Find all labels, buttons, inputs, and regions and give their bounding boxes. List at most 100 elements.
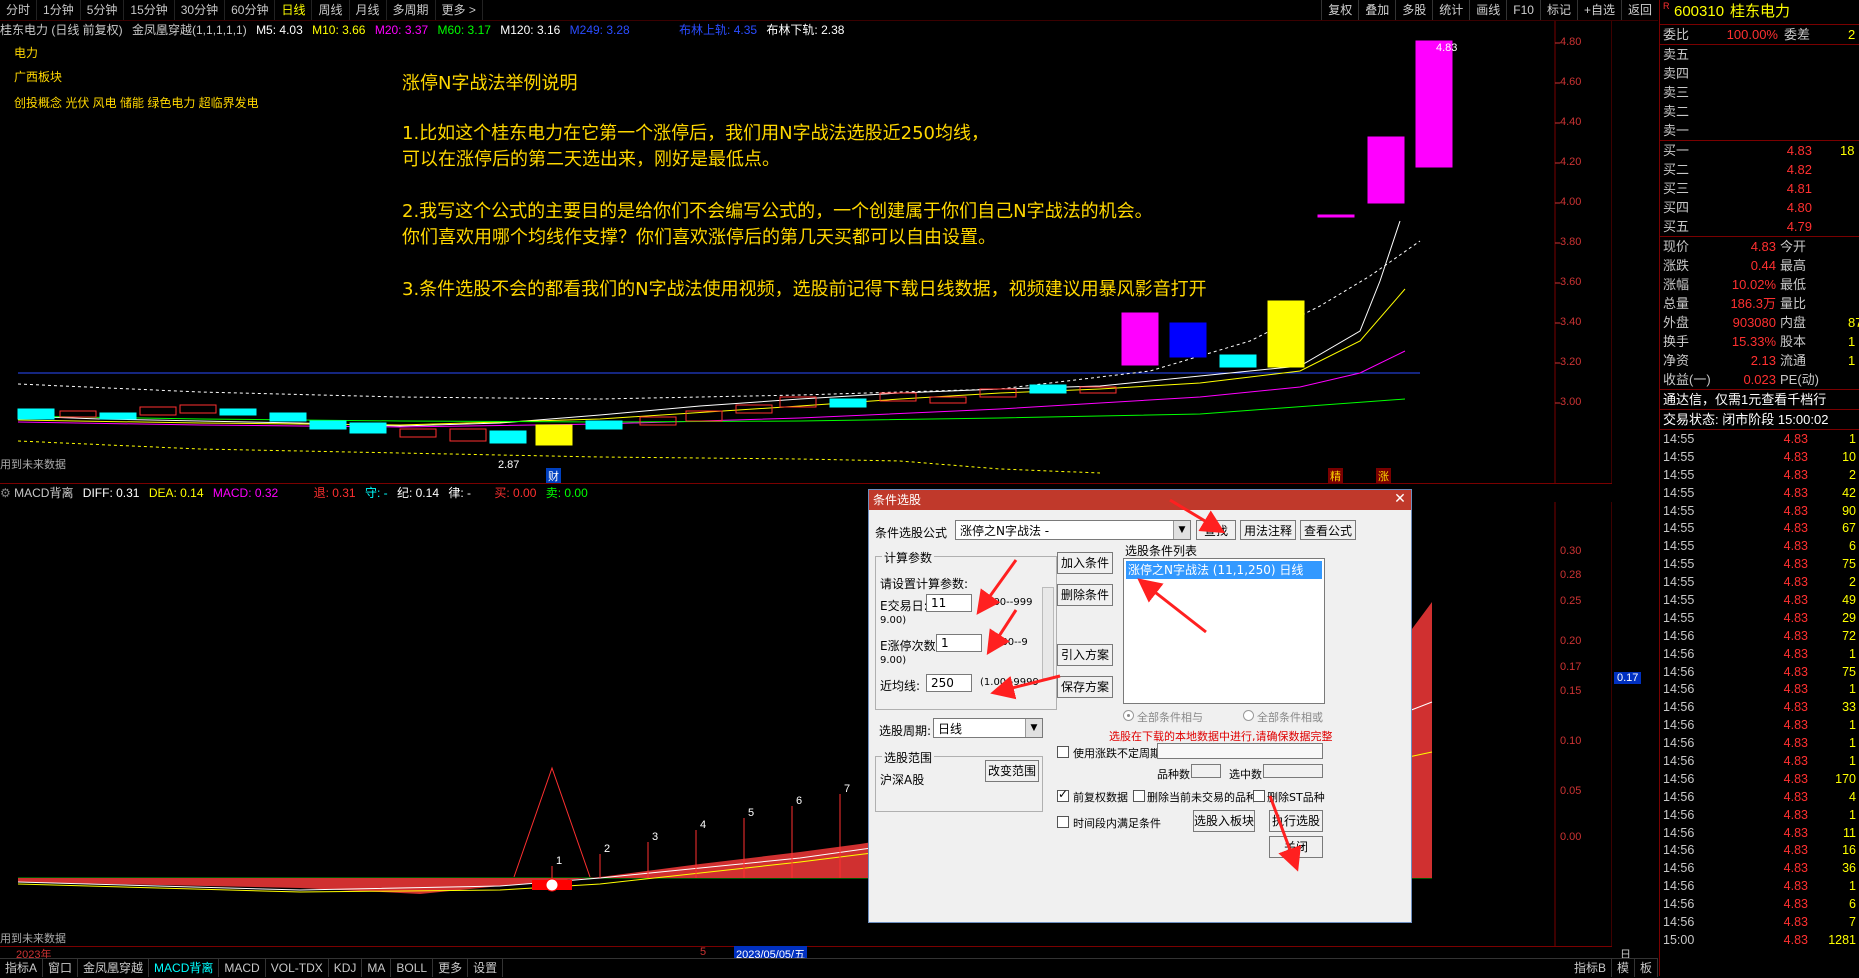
var-period-input[interactable] [1157,743,1323,759]
indicator-tab[interactable]: 更多 [433,959,469,977]
range-value: 沪深A股 [880,773,925,787]
toolbar-button[interactable]: 返回 [1620,0,1658,20]
change-range-button[interactable]: 改变范围 [985,760,1039,782]
fq-checkbox[interactable] [1057,787,1069,802]
condition-list[interactable]: 涨停之N字战法 (11,1,250) 日线 [1123,558,1325,704]
params-scrollbar[interactable] [1042,587,1054,679]
candle [269,412,307,422]
candle [489,430,527,444]
tick-volume: 29 [1842,610,1856,625]
period-tab[interactable]: 15分钟 [124,0,175,20]
tick-time: 14:56 [1663,736,1695,751]
period-tab[interactable]: 多周期 [387,0,436,20]
period-tab[interactable]: 月线 [350,0,387,20]
toolbar-button[interactable]: F10 [1506,0,1540,20]
close-button[interactable]: 关闭 [1269,836,1323,858]
period-tab[interactable]: 1分钟 [37,0,81,20]
tick-volume: 11 [1843,825,1856,840]
period-select[interactable]: 日线 ▼ [933,718,1043,738]
indicator-tab[interactable]: VOL-TDX [266,959,329,977]
tick-volume: 7 [1849,915,1856,930]
indicator-tab[interactable]: BOLL [391,959,434,977]
indicator-tab[interactable]: MACD背离 [149,959,220,977]
tick-time: 14:55 [1663,467,1695,482]
candle [309,420,347,430]
toolbar-button[interactable]: 画线 [1469,0,1506,20]
stock-name[interactable]: 桂东电力 [1730,0,1790,24]
indicator-tab[interactable]: 指标A [0,959,44,977]
var-period-checkbox[interactable] [1057,746,1069,758]
to-block-button[interactable]: 选股入板块 [1193,810,1255,832]
usage-button[interactable]: 用法注释 [1240,520,1296,540]
macd-name[interactable]: MACD背离 [14,486,73,500]
stat-value-2: 1 [1848,334,1856,349]
time-range-checkbox[interactable] [1057,816,1069,828]
kline-chart[interactable] [0,21,1612,483]
toolbar-button[interactable]: 统计 [1432,0,1469,20]
close-icon[interactable]: ✕ [1393,492,1407,506]
toolbar-button[interactable]: 叠加 [1358,0,1395,20]
toolbar-button[interactable]: 多股 [1395,0,1432,20]
macd-gear-icon[interactable]: ⚙ [0,486,11,500]
period-tab[interactable]: 周线 [312,0,350,20]
period-tab[interactable]: 更多 > [436,0,483,20]
find-button[interactable]: 查找 [1196,520,1236,540]
radio-or[interactable] [1243,710,1254,721]
import-plan-button[interactable]: 引入方案 [1057,644,1113,666]
row-price: 4.83 [1786,143,1812,158]
bottom-right-tab[interactable]: 板 [1635,959,1658,977]
period-chevron-icon[interactable]: ▼ [1025,719,1042,737]
indicator-tab[interactable]: MA [362,959,392,977]
remove-untraded-checkbox[interactable] [1133,790,1145,802]
toolbar-button[interactable]: 标记 [1539,0,1577,20]
indicator-tab[interactable]: 窗口 [43,959,79,977]
condition-list-item[interactable]: 涨停之N字战法 (11,1,250) 日线 [1126,561,1322,579]
bottom-right-tab[interactable]: 模 [1612,959,1635,977]
period-tab[interactable]: 60分钟 [225,0,276,20]
selected-label: 选中数 [1229,768,1262,781]
formula-select[interactable]: 涨停之N字战法 - ▼ [955,520,1191,540]
param1-input[interactable]: 11 [926,594,972,612]
candle [99,412,137,420]
stat-value: 2.13 [1750,353,1776,368]
zhang-marker[interactable]: 涨 [1376,468,1391,484]
tick-time: 14:56 [1663,771,1695,786]
tick-volume: 75 [1842,664,1856,679]
stat-label: 总量 [1663,296,1690,311]
delete-condition-button[interactable]: 删除条件 [1057,584,1113,606]
macd-count-label: 6 [796,795,802,807]
indicator-name[interactable]: 金凤凰穿越(1,1,1,1,1) [132,23,247,37]
param2-input[interactable]: 1 [936,634,982,652]
row-label: 卖五 [1663,47,1690,62]
param3-input[interactable]: 250 [926,674,972,692]
tick-time: 14:55 [1663,575,1695,590]
view-formula-button[interactable]: 查看公式 [1300,520,1356,540]
tick-price: 4.83 [1783,915,1808,930]
annotation-p3: 3.条件选股不会的都看我们的N字战法使用视频，选股前记得下载日线数据，视频建议用… [402,279,1207,300]
toolbar-button[interactable]: +自选 [1576,0,1621,20]
chevron-down-icon[interactable]: ▼ [1173,521,1190,539]
indicator-tab[interactable]: KDJ [329,959,363,977]
tick-time: 14:56 [1663,682,1695,697]
bottom-right-tab[interactable]: 指标B [1569,959,1612,977]
execute-button[interactable]: 执行选股 [1269,810,1323,832]
toolbar-button[interactable]: 复权 [1321,0,1358,20]
notice-text[interactable]: 通达信，仅需1元查看千档行 [1660,390,1859,410]
low-price-label: 2.87 [498,459,520,471]
period-tab[interactable]: 分时 [0,0,38,20]
indicator-tab[interactable]: MACD [219,959,266,977]
stat-row: 涨跌 0.44 最高 [1660,256,1859,275]
remove-st-checkbox[interactable] [1253,790,1265,802]
price-tick: 3.00 [1560,396,1582,408]
save-plan-button[interactable]: 保存方案 [1057,676,1113,698]
finance-marker[interactable]: 财 [546,468,561,484]
stock-code[interactable]: 600310 [1674,0,1724,24]
add-condition-button[interactable]: 加入条件 [1057,552,1113,574]
indicator-tab[interactable]: 设置 [468,959,504,977]
period-tab[interactable]: 30分钟 [175,0,226,20]
period-tab[interactable]: 5分钟 [81,0,125,20]
indicator-tab[interactable]: 金凤凰穿越 [78,959,150,977]
period-tab[interactable]: 日线 [275,0,313,20]
radio-and[interactable] [1123,710,1134,721]
jing-marker[interactable]: 精 [1328,468,1343,484]
